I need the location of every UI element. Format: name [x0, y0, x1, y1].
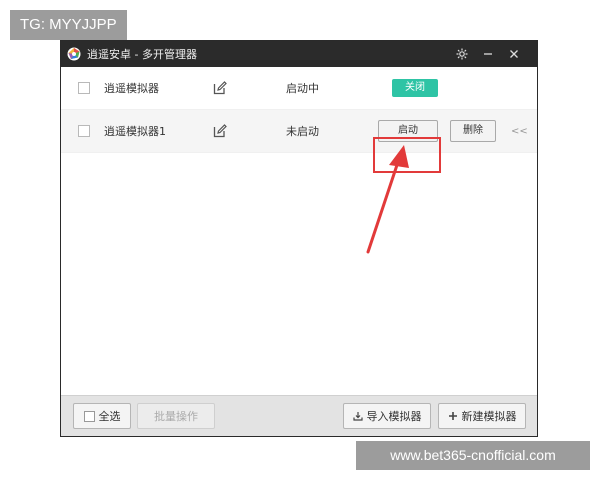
- new-emulator-button[interactable]: 新建模拟器: [438, 403, 526, 429]
- import-emulator-label: 导入模拟器: [366, 410, 422, 423]
- close-button[interactable]: [501, 41, 527, 67]
- close-icon: [510, 50, 518, 58]
- window-title: 逍遥安卓 - 多开管理器: [87, 48, 197, 61]
- edit-icon[interactable]: [213, 124, 227, 138]
- watermark-top: TG: MYYJJPP: [10, 10, 127, 40]
- batch-operation-label: 批量操作: [154, 410, 198, 423]
- app-logo-icon: [67, 47, 81, 61]
- delete-emulator-button[interactable]: 删除: [450, 120, 496, 142]
- footer-toolbar: 全选 批量操作 导入模拟器 新建模拟器: [61, 395, 537, 436]
- minimize-icon: [484, 53, 492, 55]
- edit-icon[interactable]: [213, 81, 227, 95]
- close-emulator-button[interactable]: 关闭: [392, 79, 438, 97]
- emulator-list: 逍遥模拟器 启动中 关闭 逍遥模拟器1 未启动 启动 删除 <<: [61, 67, 537, 173]
- import-icon: [352, 412, 363, 421]
- plus-icon: [448, 412, 457, 420]
- import-emulator-button[interactable]: 导入模拟器: [343, 403, 431, 429]
- emulator-row-0: 逍遥模拟器 启动中 关闭: [61, 67, 537, 110]
- window-controls: [449, 41, 527, 67]
- emulator-name: 逍遥模拟器: [104, 82, 159, 95]
- new-emulator-label: 新建模拟器: [461, 410, 517, 423]
- title-bar: 逍遥安卓 - 多开管理器: [61, 41, 537, 67]
- batch-operation-button[interactable]: 批量操作: [137, 403, 215, 429]
- multi-instance-manager-window: 逍遥安卓 - 多开管理器 逍遥模拟器 启动中 关闭 逍遥模拟器1 未启动 启动 …: [60, 40, 538, 437]
- emulator-status: 启动中: [286, 82, 319, 95]
- minimize-button[interactable]: [475, 41, 501, 67]
- settings-icon: [456, 48, 468, 60]
- select-all-button[interactable]: 全选: [73, 403, 131, 429]
- collapse-chevron-icon[interactable]: <<: [511, 126, 528, 137]
- row-checkbox[interactable]: [78, 82, 90, 94]
- emulator-status: 未启动: [286, 125, 319, 138]
- settings-button[interactable]: [449, 41, 475, 67]
- watermark-bottom: www.bet365-cnofficial.com: [356, 441, 590, 470]
- emulator-name: 逍遥模拟器1: [104, 125, 166, 138]
- select-all-checkbox[interactable]: [83, 410, 95, 422]
- row-checkbox[interactable]: [78, 125, 90, 137]
- annotation-highlight-box: [373, 137, 441, 173]
- select-all-label: 全选: [98, 410, 121, 423]
- emulator-row-1: 逍遥模拟器1 未启动 启动 删除 <<: [61, 110, 537, 153]
